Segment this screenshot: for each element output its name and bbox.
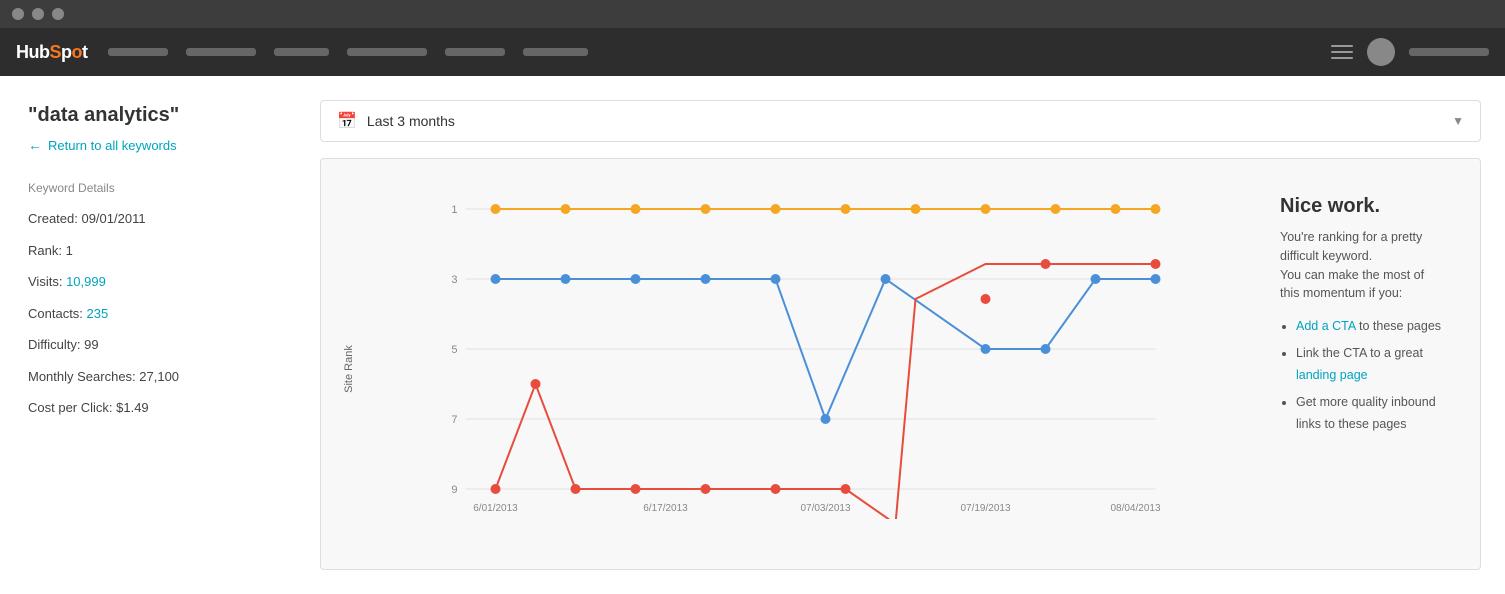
detail-contacts: Contacts: 235 bbox=[28, 304, 292, 324]
keyword-details-header: Keyword Details bbox=[28, 181, 292, 195]
chart-right-panel: Nice work. You're ranking for a pretty d… bbox=[1260, 179, 1480, 559]
hubspot-logo: HubSpot bbox=[16, 42, 88, 63]
nav-item-3[interactable] bbox=[274, 48, 329, 56]
svg-text:5: 5 bbox=[451, 344, 457, 356]
svg-text:6/17/2013: 6/17/2013 bbox=[643, 503, 688, 514]
nav-items bbox=[108, 48, 1331, 56]
add-cta-link[interactable]: Add a CTA bbox=[1296, 319, 1356, 333]
detail-created: Created: 09/01/2011 bbox=[28, 209, 292, 229]
contacts-link[interactable]: 235 bbox=[87, 306, 109, 321]
y-axis-label: Site Rank bbox=[343, 345, 355, 393]
nav-item-6[interactable] bbox=[523, 48, 588, 56]
nav-item-2[interactable] bbox=[186, 48, 256, 56]
nav-item-5[interactable] bbox=[445, 48, 505, 56]
suggestion-quality-links: Get more quality inbound links to these … bbox=[1296, 391, 1460, 436]
nice-work-description: You're ranking for a pretty difficult ke… bbox=[1280, 228, 1460, 303]
svg-text:9: 9 bbox=[451, 484, 457, 496]
minimize-btn[interactable] bbox=[32, 8, 44, 20]
back-link[interactable]: ← Return to all keywords bbox=[28, 137, 292, 153]
navbar: HubSpot bbox=[0, 28, 1505, 76]
svg-text:1: 1 bbox=[451, 204, 457, 216]
svg-text:7: 7 bbox=[451, 414, 457, 426]
date-range-label: Last 3 months bbox=[367, 113, 1442, 129]
suggestion-add-cta: Add a CTA to these pages bbox=[1296, 315, 1460, 338]
date-picker[interactable]: 📅 Last 3 months ▼ bbox=[320, 100, 1481, 142]
titlebar bbox=[0, 0, 1505, 28]
suggestion-landing-page: Link the CTA to a great landing page bbox=[1296, 342, 1460, 387]
suggestion-list: Add a CTA to these pages Link the CTA to… bbox=[1280, 315, 1460, 436]
user-label bbox=[1409, 48, 1489, 56]
detail-cpc: Cost per Click: $1.49 bbox=[28, 398, 292, 418]
detail-visits: Visits: 10,999 bbox=[28, 272, 292, 292]
svg-text:3: 3 bbox=[451, 274, 457, 286]
user-avatar[interactable] bbox=[1367, 38, 1395, 66]
visits-link[interactable]: 10,999 bbox=[66, 274, 106, 289]
detail-difficulty: Difficulty: 99 bbox=[28, 335, 292, 355]
chart-svg: 1 3 5 7 9 6/01/2013 6/17/2013 07/03/2013… bbox=[371, 179, 1250, 519]
calendar-icon: 📅 bbox=[337, 111, 357, 131]
chevron-down-icon: ▼ bbox=[1452, 114, 1464, 128]
back-link-label: Return to all keywords bbox=[48, 138, 177, 153]
chart-container: Site Rank 1 3 5 7 9 bbox=[320, 158, 1481, 570]
page-title: "data analytics" bbox=[28, 104, 292, 127]
svg-text:07/19/2013: 07/19/2013 bbox=[960, 503, 1010, 514]
landing-page-link[interactable]: landing page bbox=[1296, 368, 1368, 382]
svg-text:07/03/2013: 07/03/2013 bbox=[800, 503, 850, 514]
svg-text:6/01/2013: 6/01/2013 bbox=[473, 503, 518, 514]
nav-item-4[interactable] bbox=[347, 48, 427, 56]
main-content: 📅 Last 3 months ▼ Site Rank bbox=[320, 76, 1505, 594]
close-btn[interactable] bbox=[12, 8, 24, 20]
detail-rank: Rank: 1 bbox=[28, 241, 292, 261]
svg-text:08/04/2013: 08/04/2013 bbox=[1110, 503, 1160, 514]
detail-monthly-searches: Monthly Searches: 27,100 bbox=[28, 367, 292, 387]
sidebar: "data analytics" ← Return to all keyword… bbox=[0, 76, 320, 594]
nice-work-title: Nice work. bbox=[1280, 195, 1460, 218]
nav-item-1[interactable] bbox=[108, 48, 168, 56]
back-arrow-icon: ← bbox=[28, 137, 42, 153]
chart-area: Site Rank 1 3 5 7 9 bbox=[321, 179, 1260, 559]
navbar-right bbox=[1331, 38, 1489, 66]
maximize-btn[interactable] bbox=[52, 8, 64, 20]
page: "data analytics" ← Return to all keyword… bbox=[0, 76, 1505, 594]
hamburger-icon[interactable] bbox=[1331, 45, 1353, 59]
